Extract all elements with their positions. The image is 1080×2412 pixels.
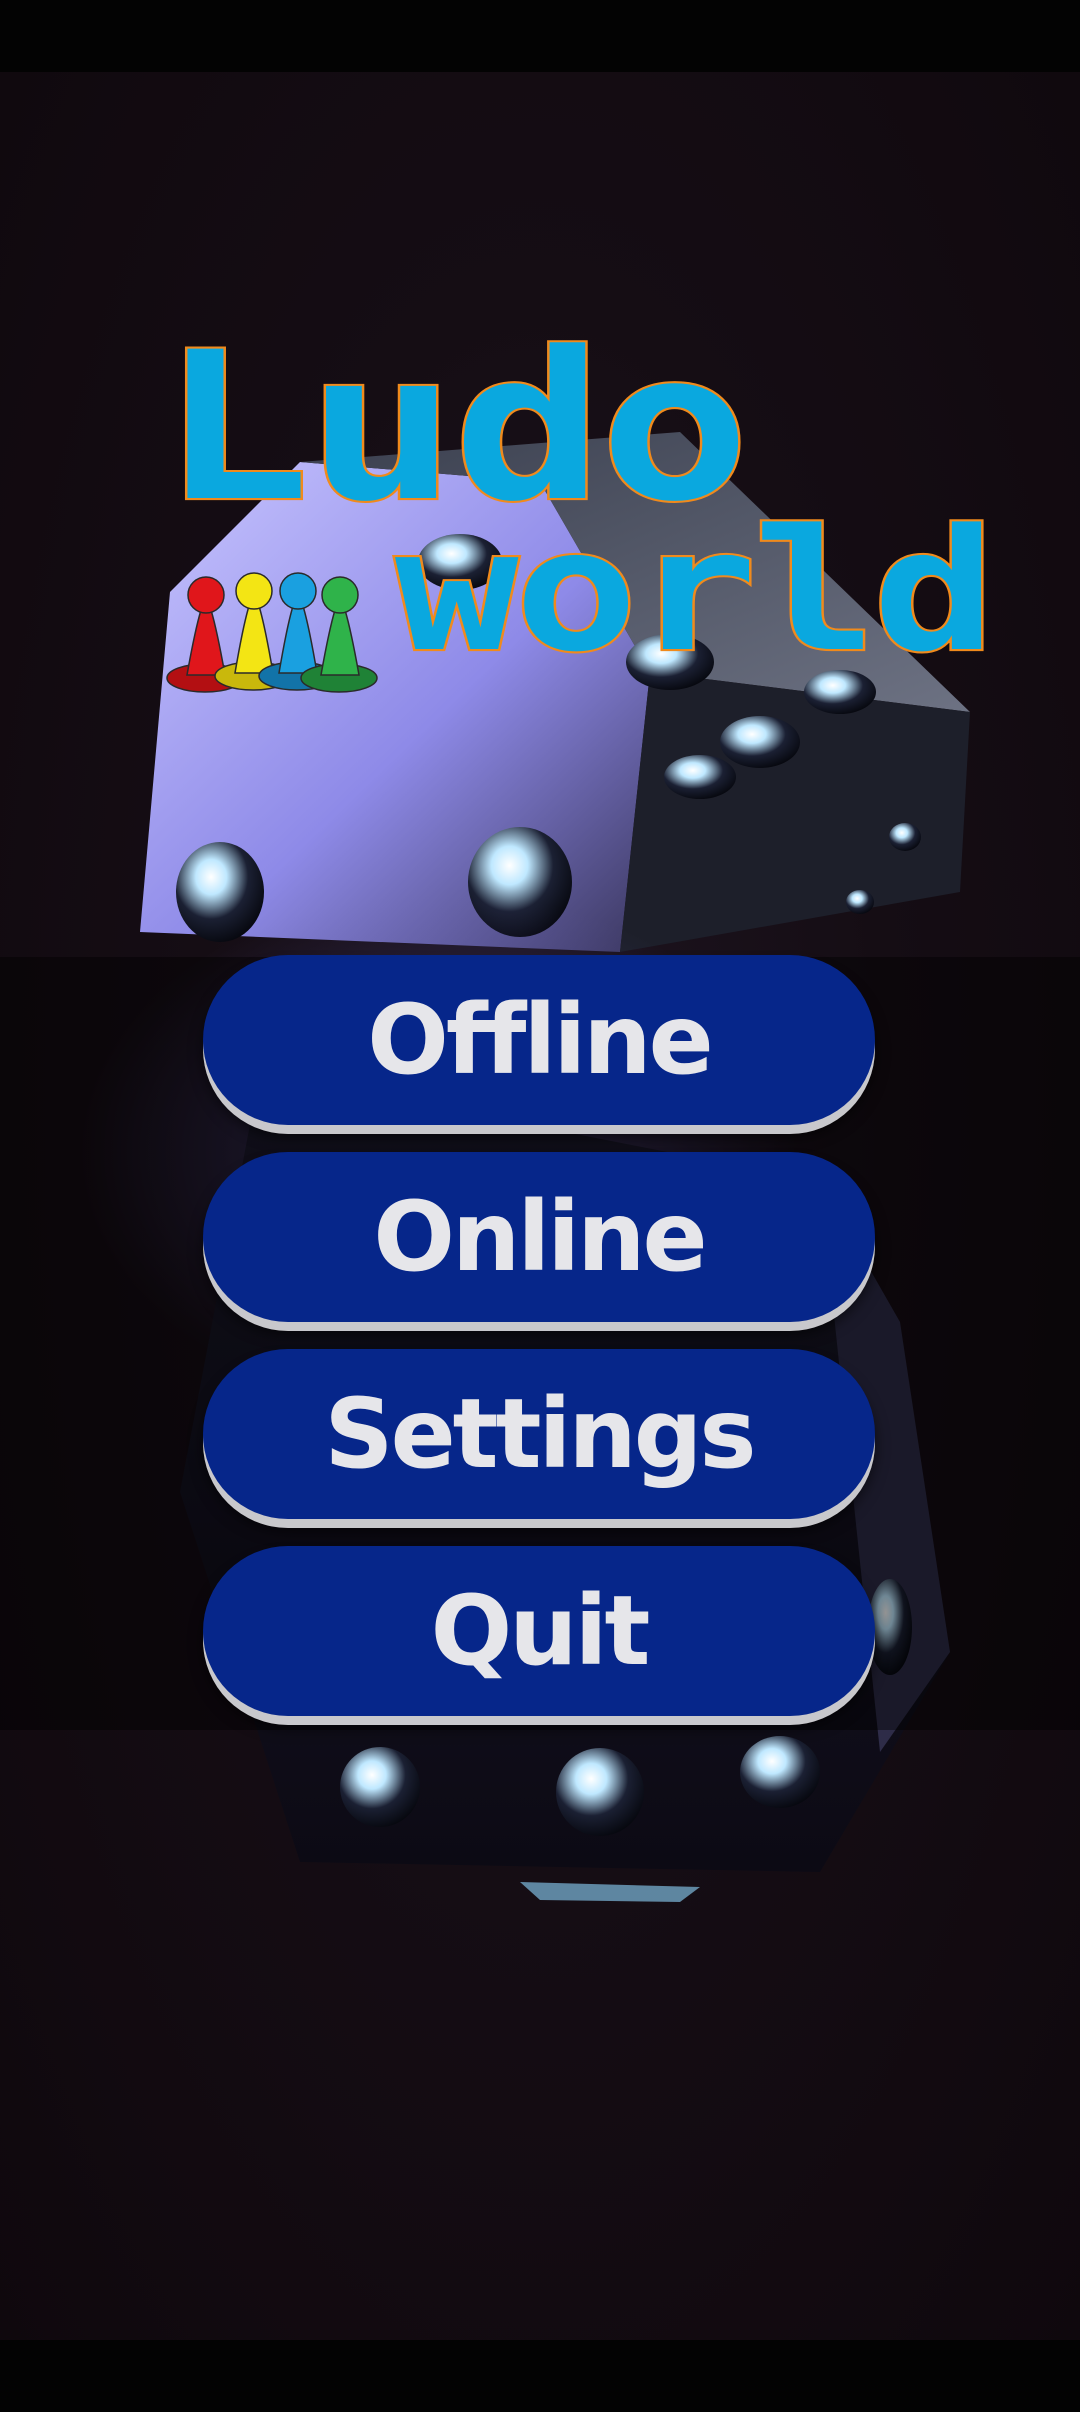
game-logo: Ludo world <box>150 280 999 700</box>
online-button[interactable]: Online <box>203 1152 875 1322</box>
offline-button[interactable]: Offline <box>203 955 875 1125</box>
navigation-bar <box>0 2340 1080 2412</box>
quit-button[interactable]: Quit <box>203 1546 875 1716</box>
quit-button-label: Quit <box>430 1575 651 1687</box>
online-button-label: Online <box>373 1181 707 1293</box>
game-screen: Ludo world Offline Online Settings Quit <box>0 0 1080 2412</box>
offline-button-label: Offline <box>367 984 713 1096</box>
status-bar <box>0 0 1080 72</box>
settings-button-label: Settings <box>324 1378 756 1490</box>
pawns-icon <box>166 572 378 693</box>
settings-button[interactable]: Settings <box>203 1349 875 1519</box>
logo-world-text: world <box>392 494 998 690</box>
